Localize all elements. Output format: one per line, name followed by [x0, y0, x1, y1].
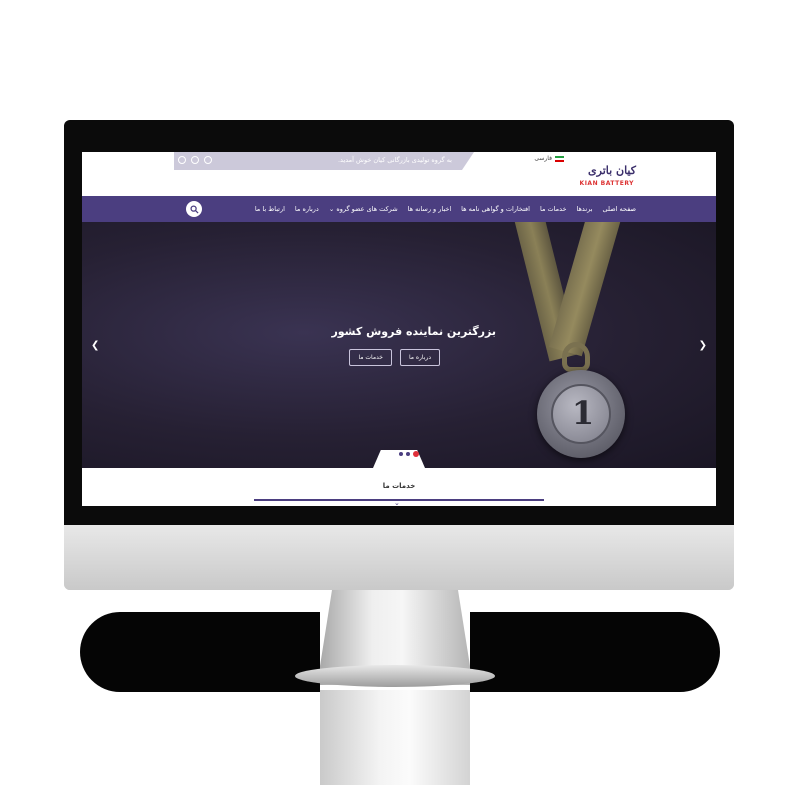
background-shape-right	[470, 612, 720, 692]
medal-ribbon-loop	[562, 342, 590, 372]
nav-item-brands[interactable]: برندها	[577, 205, 593, 213]
medal-image: 1	[537, 370, 625, 458]
services-title: خدمات ما	[382, 482, 416, 490]
welcome-banner: به گروه تولیدی بازرگانی کیان خوش آمدید.	[174, 152, 474, 170]
search-button[interactable]	[186, 201, 202, 217]
nav-item-news[interactable]: اخبار و رسانه ها	[408, 205, 452, 213]
hero-slider: 1 بزرگترین نماینده فروش کشور درباره ما خ…	[82, 222, 716, 468]
logo-text: کیان باتری	[588, 164, 636, 177]
nav-menu: صفحه اصلی برندها خدمات ما افتخارات و گوا…	[255, 196, 636, 222]
nav-item-home[interactable]: صفحه اصلی	[603, 205, 636, 213]
site-logo[interactable]: کیان باتری KIAN BATTERY	[576, 164, 636, 188]
medal-face: 1	[551, 384, 611, 444]
search-icon	[189, 204, 199, 214]
services-section: خدمات ما ⌄	[82, 468, 716, 506]
medal-number: 1	[571, 394, 595, 432]
instagram-icon[interactable]	[204, 156, 212, 164]
main-navbar: صفحه اصلی برندها خدمات ما افتخارات و گوا…	[82, 196, 716, 222]
stand-reflection	[320, 690, 470, 785]
nav-item-contact[interactable]: ارتباط با ما	[255, 205, 285, 213]
top-bar: کیان باتری KIAN BATTERY فارسی به گروه تو…	[82, 152, 716, 196]
hero-title: بزرگترین نماینده فروش کشور	[331, 325, 496, 338]
slider-dot[interactable]	[399, 452, 403, 456]
slider-dots	[399, 451, 419, 457]
telegram-icon[interactable]	[191, 156, 199, 164]
nav-item-about[interactable]: درباره ما	[295, 205, 319, 213]
nav-item-honors[interactable]: افتخارات و گواهی نامه ها	[461, 205, 530, 213]
language-selector[interactable]: فارسی	[534, 155, 564, 162]
welcome-text: به گروه تولیدی بازرگانی کیان خوش آمدید.	[337, 156, 452, 164]
whatsapp-icon[interactable]	[178, 156, 186, 164]
chevron-down-icon[interactable]: ⌄	[394, 499, 400, 506]
about-us-button[interactable]: درباره ما	[399, 349, 440, 366]
slider-dot-active[interactable]	[413, 451, 419, 457]
monitor-chin	[64, 525, 734, 590]
iran-flag-icon	[555, 155, 564, 162]
hero-buttons: درباره ما خدمات ما	[349, 349, 440, 366]
slider-next-arrow-icon[interactable]: ❯	[699, 340, 707, 351]
monitor-stand-base	[295, 665, 495, 687]
slider-dot[interactable]	[406, 452, 410, 456]
language-label: فارسی	[534, 155, 552, 162]
social-links	[178, 156, 212, 164]
nav-item-services[interactable]: خدمات ما	[540, 205, 567, 213]
logo-subtext: KIAN BATTERY	[579, 180, 634, 187]
background-shape-left	[80, 612, 320, 692]
our-services-button[interactable]: خدمات ما	[349, 349, 392, 366]
website-screen: کیان باتری KIAN BATTERY فارسی به گروه تو…	[82, 152, 716, 506]
nav-item-group-companies[interactable]: شرکت های عضو گروه ⌄	[329, 205, 398, 213]
slider-prev-arrow-icon[interactable]: ❮	[91, 340, 99, 351]
